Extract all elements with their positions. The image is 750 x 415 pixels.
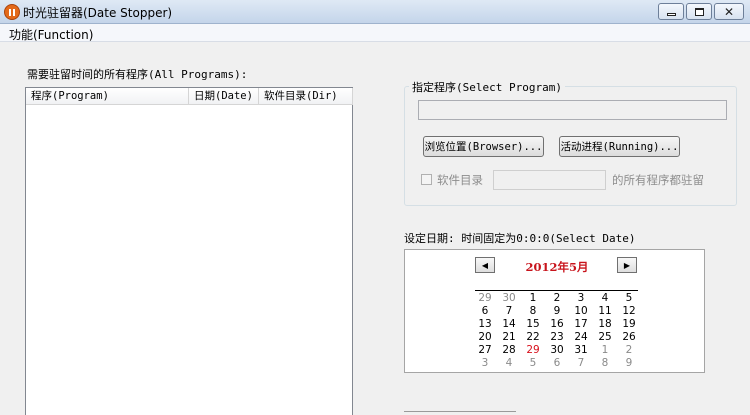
calendar-day[interactable]: 23 <box>545 331 569 344</box>
calendar-day[interactable]: 26 <box>617 331 641 344</box>
calendar-day[interactable]: 9 <box>545 305 569 318</box>
maximize-icon <box>694 7 704 16</box>
calendar-day[interactable]: 27 <box>473 344 497 357</box>
calendar-day[interactable]: 24 <box>569 331 593 344</box>
title-bar: 时光驻留器(Date Stopper) ✕ <box>0 0 750 24</box>
calendar-day[interactable]: 13 <box>473 318 497 331</box>
month-calendar[interactable]: ◀ 2012年5月 ▶ 29 30 1 2 3 4 5 6 7 8 9 10 11 12 13 14 15 16 1… <box>404 249 705 373</box>
calendar-day[interactable]: 7 <box>497 305 521 318</box>
calendar-day[interactable]: 10 <box>569 305 593 318</box>
calendar-day[interactable]: 8 <box>521 305 545 318</box>
calendar-day[interactable]: 16 <box>545 318 569 331</box>
left-arrow-icon: ◀ <box>481 260 489 270</box>
calendar-divider <box>475 290 638 291</box>
dir-suffix-label: 的所有程序都驻留 <box>612 173 704 187</box>
running-process-button[interactable]: 活动进程(Running)... <box>559 136 680 157</box>
calendar-day[interactable]: 30 <box>545 344 569 357</box>
calendar-days: 29 30 1 2 3 4 5 6 7 8 9 10 11 12 13 14 15 16 17 18 19 20 21 22 2… <box>473 292 641 370</box>
calendar-day[interactable]: 3 <box>473 357 497 370</box>
calendar-month-title[interactable]: 2012年5月 <box>501 259 613 275</box>
calendar-prev-button[interactable]: ◀ <box>475 257 495 273</box>
column-header-dir[interactable]: 软件目录(Dir) <box>259 88 353 105</box>
calendar-day[interactable]: 6 <box>473 305 497 318</box>
set-date-label: 设定日期: 时间固定为0:0:0(Select Date) <box>404 232 636 245</box>
calendar-day[interactable]: 14 <box>497 318 521 331</box>
select-program-legend: 指定程序(Select Program) <box>409 79 565 95</box>
calendar-day[interactable]: 6 <box>545 357 569 370</box>
column-header-program[interactable]: 程序(Program) <box>26 88 189 105</box>
calendar-day[interactable]: 21 <box>497 331 521 344</box>
calendar-day[interactable]: 12 <box>617 305 641 318</box>
calendar-day[interactable]: 25 <box>593 331 617 344</box>
right-arrow-icon: ▶ <box>623 260 631 270</box>
calendar-next-button[interactable]: ▶ <box>617 257 637 273</box>
calendar-day[interactable]: 5 <box>617 292 641 305</box>
app-icon <box>4 4 20 20</box>
calendar-day[interactable]: 18 <box>593 318 617 331</box>
programs-label: 需要驻留时间的所有程序(All Programs): <box>27 68 248 81</box>
dir-checkbox[interactable] <box>421 174 432 185</box>
close-icon: ✕ <box>723 4 735 19</box>
menu-bar: 功能(Function) <box>0 24 750 42</box>
calendar-day[interactable]: 4 <box>593 292 617 305</box>
calendar-day[interactable]: 20 <box>473 331 497 344</box>
minimize-icon <box>666 12 676 16</box>
calendar-day[interactable]: 11 <box>593 305 617 318</box>
calendar-day[interactable]: 4 <box>497 357 521 370</box>
calendar-day[interactable]: 2 <box>617 344 641 357</box>
calendar-day[interactable]: 5 <box>521 357 545 370</box>
window-title: 时光驻留器(Date Stopper) <box>23 6 173 20</box>
calendar-day[interactable]: 7 <box>569 357 593 370</box>
calendar-day[interactable]: 15 <box>521 318 545 331</box>
calendar-day[interactable]: 2 <box>545 292 569 305</box>
calendar-day[interactable]: 1 <box>521 292 545 305</box>
calendar-day[interactable]: 17 <box>569 318 593 331</box>
calendar-day[interactable]: 19 <box>617 318 641 331</box>
dir-checkbox-label: 软件目录 <box>437 173 483 187</box>
column-header-date[interactable]: 日期(Date) <box>189 88 259 105</box>
calendar-day[interactable]: 1 <box>593 344 617 357</box>
calendar-day[interactable]: 9 <box>617 357 641 370</box>
calendar-day[interactable]: 29 <box>521 344 545 357</box>
calendar-day[interactable]: 22 <box>521 331 545 344</box>
program-path-field[interactable] <box>418 100 727 120</box>
minimize-button[interactable] <box>658 3 684 20</box>
calendar-day[interactable]: 3 <box>569 292 593 305</box>
dir-field[interactable] <box>493 170 606 190</box>
close-button[interactable]: ✕ <box>714 3 744 20</box>
calendar-day[interactable]: 31 <box>569 344 593 357</box>
calendar-day[interactable]: 29 <box>473 292 497 305</box>
menu-function[interactable]: 功能(Function) <box>9 26 93 43</box>
browse-button[interactable]: 浏览位置(Browser)... <box>423 136 544 157</box>
calendar-day[interactable]: 28 <box>497 344 521 357</box>
program-list[interactable]: 程序(Program) 日期(Date) 软件目录(Dir) <box>25 87 353 415</box>
calendar-day[interactable]: 8 <box>593 357 617 370</box>
partially-visible-control <box>404 411 516 415</box>
maximize-button[interactable] <box>686 3 712 20</box>
calendar-day[interactable]: 30 <box>497 292 521 305</box>
